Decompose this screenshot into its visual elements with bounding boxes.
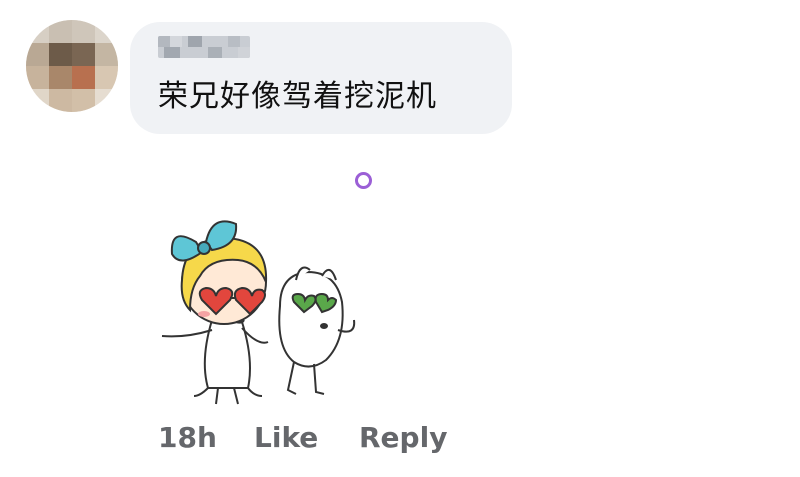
avatar[interactable]: [26, 20, 118, 112]
loading-indicator-icon: [355, 172, 372, 189]
comment-thread: 荣兄好像驾着挖泥机 18h Like Reply: [0, 0, 800, 477]
reply-button[interactable]: Reply: [359, 421, 447, 454]
avatar-image: [26, 20, 118, 112]
author-name-redacted[interactable]: [158, 36, 250, 58]
comment-text: 荣兄好像驾着挖泥机: [158, 79, 437, 114]
sticker-image[interactable]: [150, 210, 370, 410]
timestamp[interactable]: 18h: [158, 421, 217, 454]
comment-bubble: 荣兄好像驾着挖泥机: [130, 22, 512, 134]
like-button[interactable]: Like: [254, 421, 318, 454]
